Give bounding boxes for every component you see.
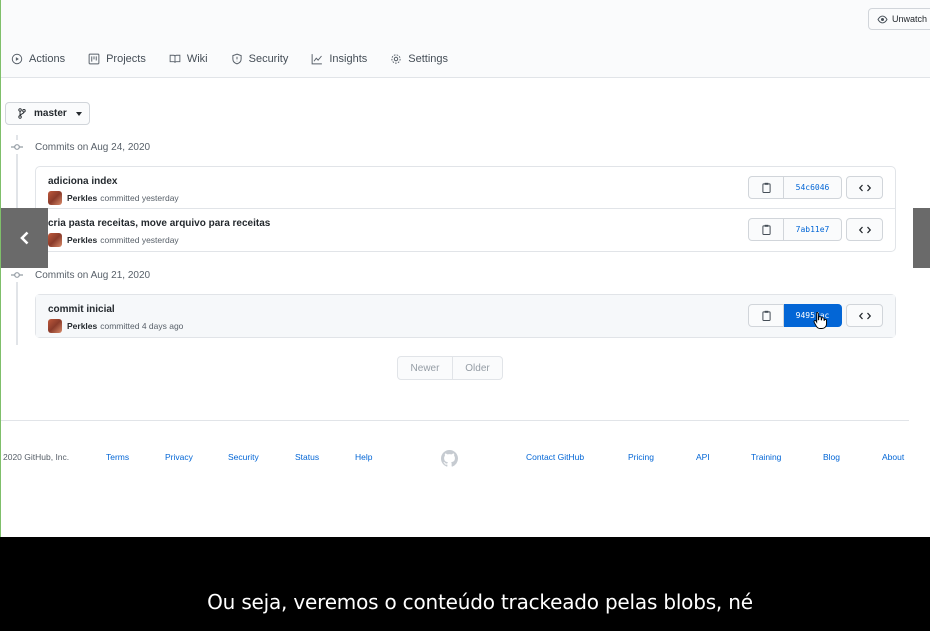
tab-security[interactable]: Security — [231, 52, 289, 65]
code-icon — [858, 312, 871, 319]
sha-button-group: 54c6046 — [748, 176, 842, 199]
avatar[interactable] — [48, 233, 62, 247]
footer-copyright: 2020 GitHub, Inc. — [3, 452, 70, 462]
eye-icon — [877, 15, 888, 23]
footer-link-privacy[interactable]: Privacy — [165, 452, 193, 462]
copy-sha-button[interactable] — [748, 218, 784, 241]
code-icon — [858, 184, 871, 191]
footer-link-security[interactable]: Security — [228, 452, 259, 462]
shield-icon — [231, 53, 242, 64]
tab-label: Settings — [408, 52, 449, 65]
site-footer: 2020 GitHub, Inc. Terms Privacy Security… — [1, 452, 930, 466]
caption-bar — [0, 537, 930, 631]
commit-author-link[interactable]: Perkles — [67, 321, 97, 331]
chevron-down-icon — [75, 111, 82, 116]
commit-list: adiciona index Perkles committed yesterd… — [35, 166, 896, 252]
newer-button[interactable]: Newer — [397, 356, 453, 380]
commit-node-icon — [10, 268, 24, 282]
footer-link-blog[interactable]: Blog — [823, 452, 840, 462]
tab-settings[interactable]: Settings — [390, 53, 448, 65]
repo-tabs: Actions Projects Wiki Security Insights … — [1, 40, 930, 78]
commit-group-heading: Commits on Aug 24, 2020 — [10, 140, 150, 154]
commit-message-link[interactable]: cria pasta receitas, move arquivo para r… — [48, 218, 270, 229]
tab-actions[interactable]: Actions — [11, 53, 65, 65]
graph-icon — [311, 53, 323, 64]
commit-sha-button[interactable]: 7ab11e7 — [784, 218, 842, 241]
code-icon — [858, 226, 871, 233]
branch-selector[interactable]: master — [5, 102, 90, 125]
unwatch-button[interactable]: Unwatch — [868, 8, 930, 30]
unwatch-label: Unwatch — [892, 14, 928, 24]
avatar[interactable] — [48, 319, 62, 333]
older-button[interactable]: Older — [453, 356, 503, 380]
commit-row: adiciona index Perkles committed yesterd… — [36, 167, 895, 209]
tab-insights[interactable]: Insights — [311, 53, 367, 65]
group-date: Commits on Aug 24, 2020 — [35, 141, 151, 153]
commit-message-link[interactable]: adiciona index — [48, 176, 117, 187]
clipboard-icon — [761, 310, 771, 321]
previous-slide-button[interactable] — [1, 208, 48, 268]
repo-header: Unwatch — [1, 0, 930, 40]
commit-list: commit inicial Perkles committed 4 days … — [35, 294, 896, 338]
tab-projects[interactable]: Projects — [88, 53, 146, 65]
clipboard-icon — [761, 224, 771, 235]
footer-link-api[interactable]: API — [696, 452, 710, 462]
commit-row: commit inicial Perkles committed 4 days … — [36, 295, 895, 337]
tab-label: Projects — [106, 52, 146, 65]
avatar[interactable] — [48, 191, 62, 205]
browse-repo-button[interactable] — [846, 218, 883, 241]
play-circle-icon — [11, 53, 23, 64]
project-icon — [88, 53, 100, 64]
footer-link-status[interactable]: Status — [295, 452, 319, 462]
github-logo-icon[interactable] — [441, 450, 458, 467]
gear-icon — [391, 53, 401, 64]
footer-link-contact[interactable]: Contact GitHub — [526, 452, 584, 462]
sha-button-group: 9495fac — [748, 304, 842, 327]
sha-button-group: 7ab11e7 — [748, 218, 842, 241]
pagination: Newer Older — [397, 356, 503, 380]
book-icon — [169, 54, 181, 63]
footer-link-help[interactable]: Help — [355, 452, 372, 462]
copy-sha-button[interactable] — [748, 304, 784, 327]
footer-link-terms[interactable]: Terms — [106, 452, 129, 462]
commit-author-link[interactable]: Perkles — [67, 235, 97, 245]
commit-row: cria pasta receitas, move arquivo para r… — [36, 209, 895, 251]
tab-label: Actions — [29, 52, 66, 65]
commit-meta: Perkles committed yesterday — [48, 233, 179, 247]
hand-cursor-icon — [813, 312, 827, 329]
chevron-left-icon — [19, 231, 28, 245]
footer-divider — [1, 420, 909, 421]
clipboard-icon — [761, 182, 771, 193]
footer-link-training[interactable]: Training — [751, 452, 781, 462]
commit-message-link[interactable]: commit inicial — [48, 304, 115, 315]
commit-time: committed yesterday — [100, 193, 179, 203]
browse-repo-button[interactable] — [846, 304, 883, 327]
group-date: Commits on Aug 21, 2020 — [35, 269, 151, 281]
video-caption: Ou seja, veremos o conteúdo trackeado pe… — [207, 590, 753, 614]
commit-meta: Perkles committed 4 days ago — [48, 319, 183, 333]
commit-time: committed 4 days ago — [100, 321, 184, 331]
footer-link-pricing[interactable]: Pricing — [628, 452, 654, 462]
commit-node-icon — [10, 140, 24, 154]
tab-label: Security — [248, 52, 289, 65]
browse-repo-button[interactable] — [846, 176, 883, 199]
next-slide-button[interactable] — [913, 208, 930, 268]
commit-meta: Perkles committed yesterday — [48, 191, 179, 205]
commit-sha-button[interactable]: 54c6046 — [784, 176, 842, 199]
footer-link-about[interactable]: About — [882, 452, 904, 462]
copy-sha-button[interactable] — [748, 176, 784, 199]
git-branch-icon — [18, 108, 26, 119]
branch-label: master — [34, 108, 67, 119]
tab-wiki[interactable]: Wiki — [169, 53, 208, 65]
tab-label: Wiki — [186, 52, 208, 65]
commit-group-heading: Commits on Aug 21, 2020 — [10, 268, 150, 282]
tab-label: Insights — [329, 52, 368, 65]
browser-content: Unwatch Actions Projects Wiki Security I… — [0, 0, 930, 537]
commit-time: committed yesterday — [100, 235, 179, 245]
commit-author-link[interactable]: Perkles — [67, 193, 97, 203]
